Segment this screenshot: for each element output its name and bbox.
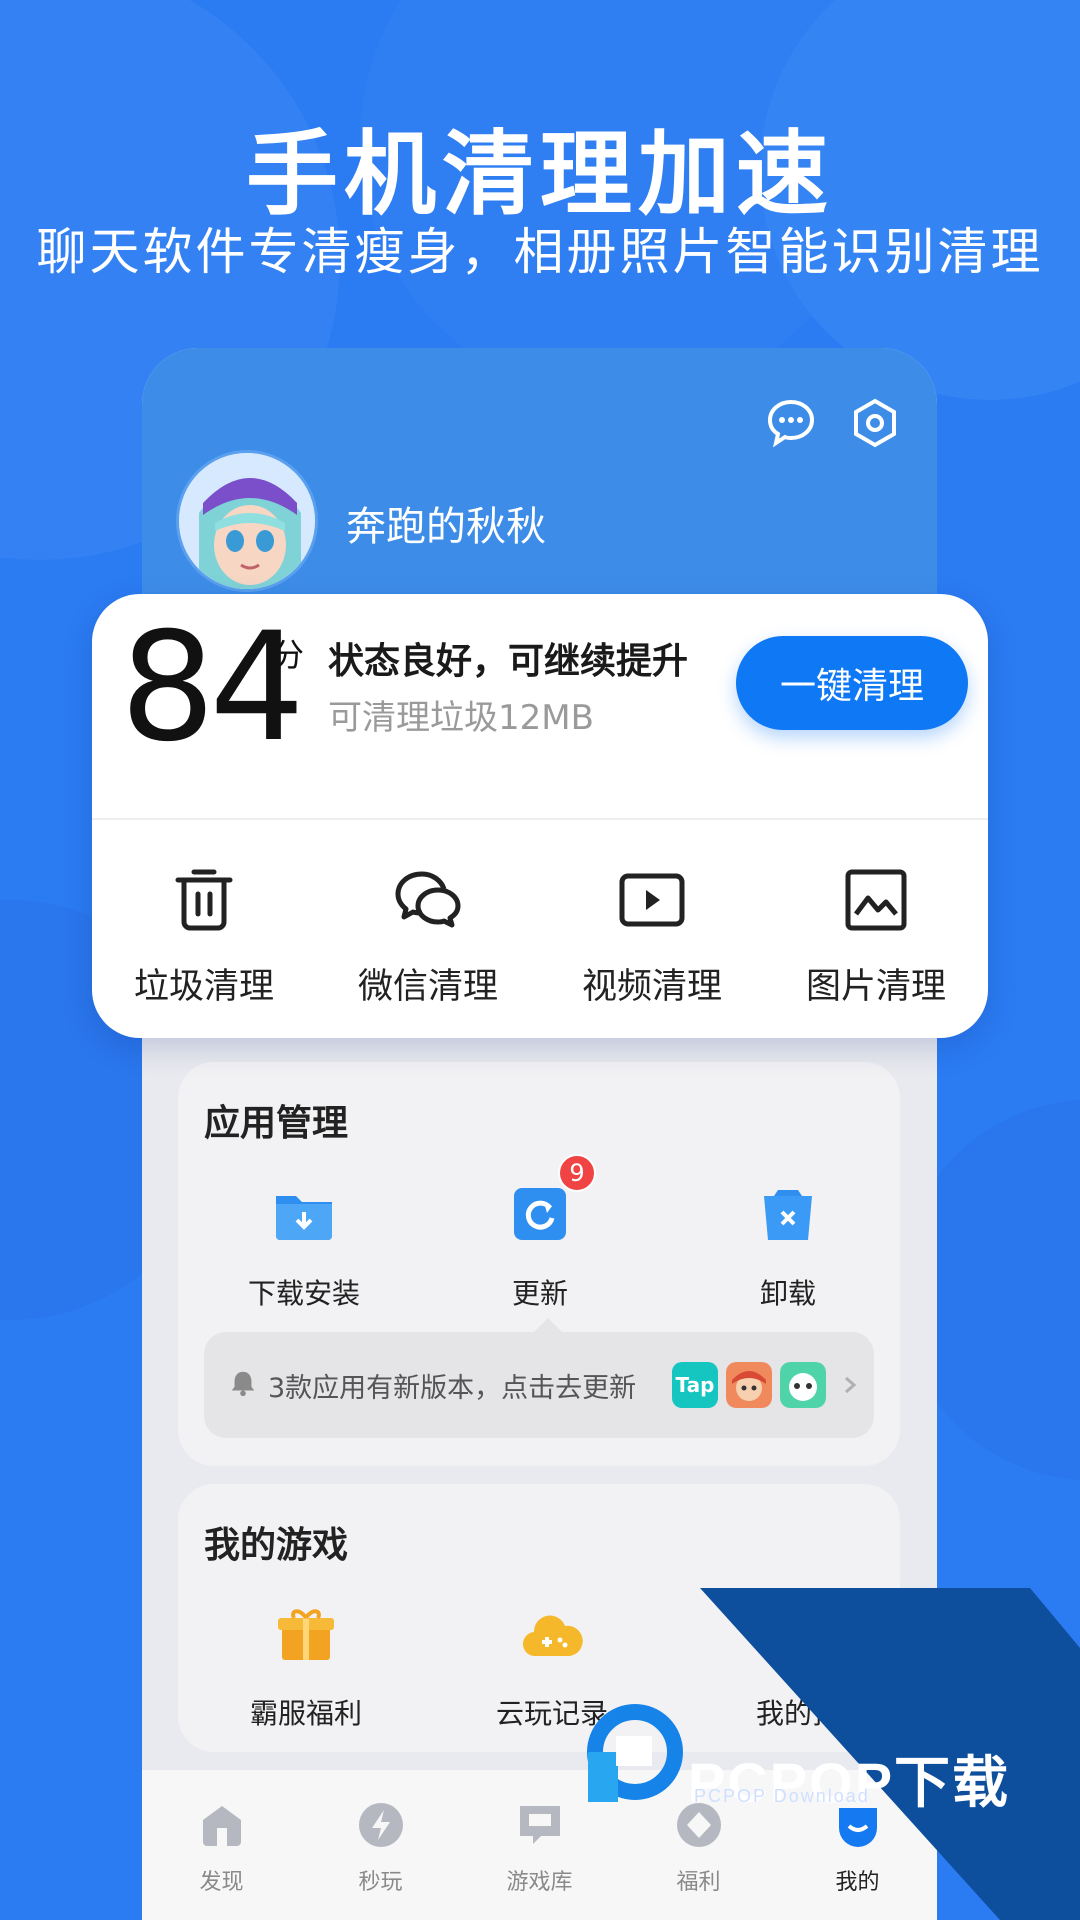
update-icon: [514, 1188, 566, 1240]
update-button[interactable]: 9 更新: [440, 1154, 640, 1312]
notice-text: 3款应用有新版本，点击去更新: [268, 1373, 637, 1404]
download-folder-icon: [276, 1196, 332, 1240]
app-item-label: 卸载: [759, 1277, 816, 1310]
username: 奔跑的秋秋: [346, 504, 546, 550]
game-item-label: 霸服福利: [249, 1697, 362, 1730]
app-management-card: 应用管理 下载安装 9 更新 卸载 3款应用有新版本，点击去更新 Tap: [178, 1062, 900, 1466]
section-title: 我的游戏: [204, 1525, 349, 1566]
tool-label: 垃圾清理: [133, 967, 274, 1007]
watermark-logo-icon: [587, 1704, 683, 1802]
avatar-image: [179, 453, 315, 589]
game-library-icon: [519, 1806, 560, 1844]
score-unit: 分: [272, 636, 305, 674]
health-score-card: 84 分 状态良好，可继续提升 可清理垃圾12MB 一键清理 垃圾清理 微信清理: [92, 594, 988, 1038]
video-icon: [619, 873, 685, 927]
app-item-label: 更新: [511, 1277, 568, 1310]
wechat-icon: [395, 871, 461, 928]
notice-pointer: [534, 1318, 562, 1332]
tool-label: 视频清理: [581, 967, 722, 1007]
chevron-right-icon: [845, 1376, 857, 1394]
video-clean-button[interactable]: 视频清理: [540, 864, 764, 1009]
gift-icon: [278, 1609, 334, 1660]
junk-clean-button[interactable]: 垃圾清理: [92, 864, 316, 1009]
nav-label: 游戏库: [506, 1870, 573, 1895]
update-count-badge: 9: [558, 1154, 596, 1192]
discover-icon: [202, 1806, 241, 1846]
settings-icon[interactable]: [848, 396, 902, 450]
promo-subtitle: 聊天软件专清瘦身，相册照片智能识别清理: [36, 223, 1044, 281]
update-notice-banner[interactable]: 3款应用有新版本，点击去更新 Tap: [204, 1318, 874, 1438]
image-icon: [845, 869, 907, 931]
avatar[interactable]: [176, 450, 318, 592]
divider: [92, 818, 988, 820]
wechat-clean-button[interactable]: 微信清理: [316, 864, 540, 1009]
nav-label: 秒玩: [358, 1870, 403, 1895]
game-app-icon: [726, 1362, 772, 1408]
nav-tab-instant-play[interactable]: 秒玩: [301, 1770, 460, 1920]
server-welfare-button[interactable]: 霸服福利: [206, 1602, 406, 1732]
nav-label: 发现: [199, 1870, 244, 1895]
message-icon[interactable]: [764, 396, 818, 450]
cleanup-tools: 垃圾清理 微信清理 视频清理 图片清理: [92, 864, 988, 1009]
watermark-subtext: PCPOP Download: [694, 1786, 870, 1806]
bell-icon: [231, 1371, 255, 1397]
tap-app-icon: Tap: [672, 1362, 718, 1408]
image-clean-button[interactable]: 图片清理: [764, 864, 988, 1009]
app-item-label: 下载安装: [247, 1277, 360, 1310]
status-title: 状态良好，可继续提升: [328, 641, 689, 682]
tool-label: 图片清理: [805, 967, 946, 1007]
uninstall-icon: [764, 1190, 812, 1240]
download-install-button[interactable]: 下载安装: [204, 1182, 404, 1312]
uninstall-button[interactable]: 卸载: [688, 1182, 888, 1312]
trash-icon: [175, 869, 233, 931]
nav-tab-discover[interactable]: 发现: [142, 1770, 301, 1920]
one-click-clean-button[interactable]: 一键清理: [736, 636, 968, 730]
lightning-icon: [358, 1803, 403, 1847]
tool-label: 微信清理: [357, 967, 498, 1007]
section-title: 应用管理: [204, 1103, 349, 1144]
junk-size: 可清理垃圾12MB: [328, 698, 594, 738]
panda-app-icon: [780, 1362, 826, 1408]
cloud-game-icon: [522, 1615, 583, 1657]
